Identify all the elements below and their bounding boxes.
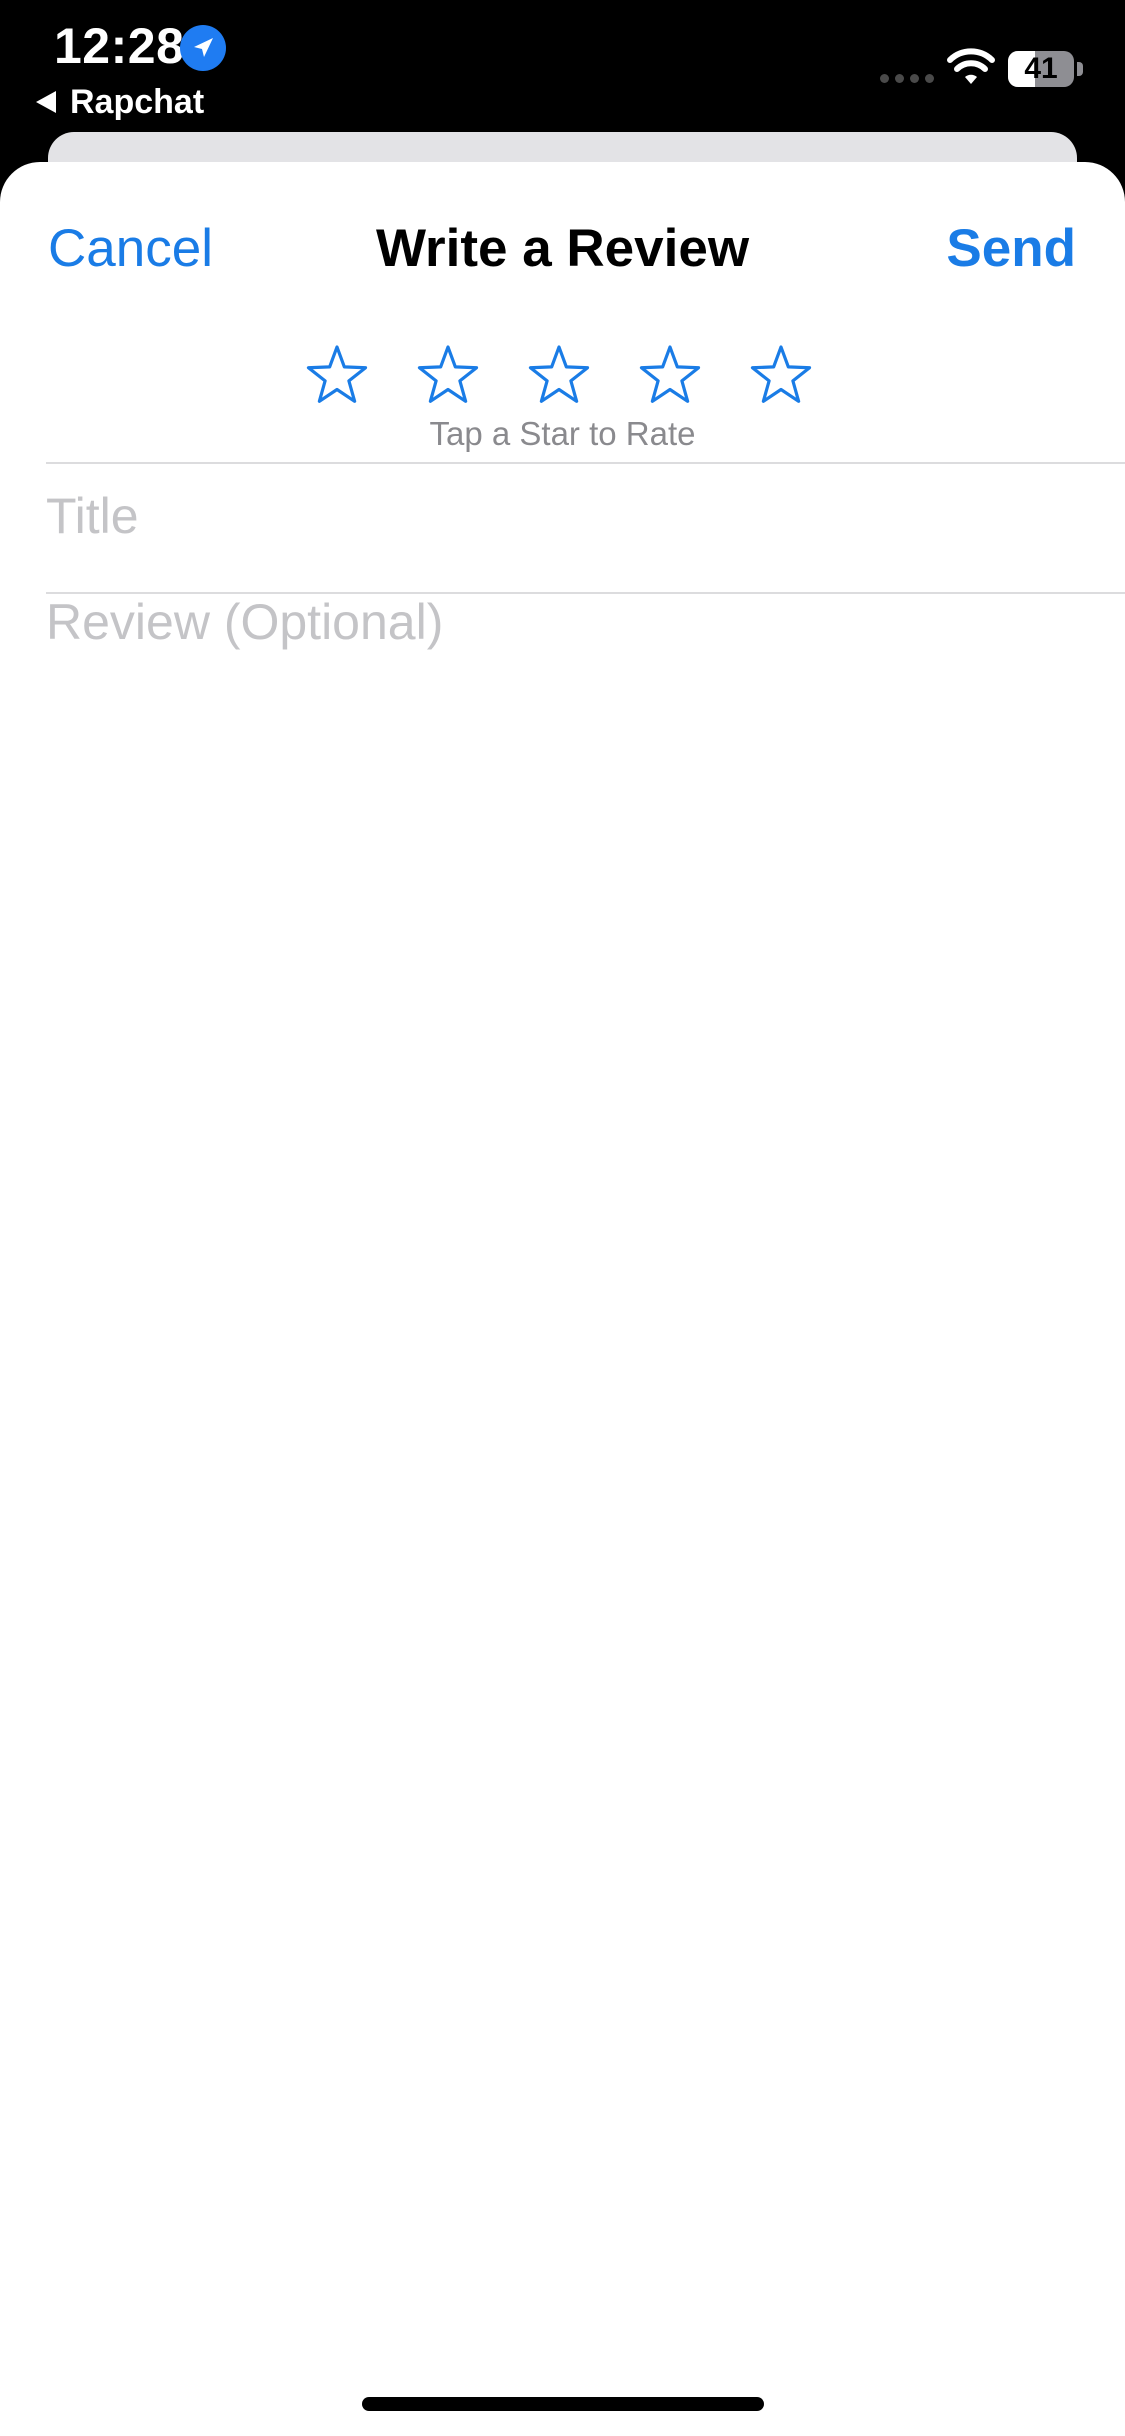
star-outline-icon[interactable] (748, 342, 814, 408)
back-arrow-icon (36, 91, 56, 113)
divider (46, 462, 1125, 464)
star-outline-icon[interactable] (637, 342, 703, 408)
send-button[interactable]: Send (946, 214, 1076, 284)
back-to-app-button[interactable]: Rapchat (36, 80, 204, 124)
cellular-signal-icon (880, 74, 934, 83)
home-indicator (362, 2397, 764, 2411)
wifi-icon (947, 48, 995, 84)
battery-cap (1077, 62, 1083, 76)
star-rating (304, 342, 824, 408)
location-arrow-icon (180, 25, 226, 71)
star-outline-icon[interactable] (415, 342, 481, 408)
title-input[interactable] (46, 466, 1076, 566)
cancel-button[interactable]: Cancel (48, 214, 213, 284)
star-outline-icon[interactable] (304, 342, 370, 408)
battery-level-text: 41 (1024, 52, 1058, 85)
status-time: 12:28 (54, 18, 185, 74)
review-textarea[interactable] (46, 592, 1076, 1792)
battery-icon: 41 (1008, 51, 1074, 87)
screen: 12:28 Rapchat 41 Cancel Write a Review S… (0, 0, 1125, 2436)
star-outline-icon[interactable] (526, 342, 592, 408)
review-sheet: Cancel Write a Review Send Tap a Star to… (0, 162, 1125, 2436)
back-app-label: Rapchat (70, 83, 205, 121)
rating-hint: Tap a Star to Rate (429, 415, 696, 452)
